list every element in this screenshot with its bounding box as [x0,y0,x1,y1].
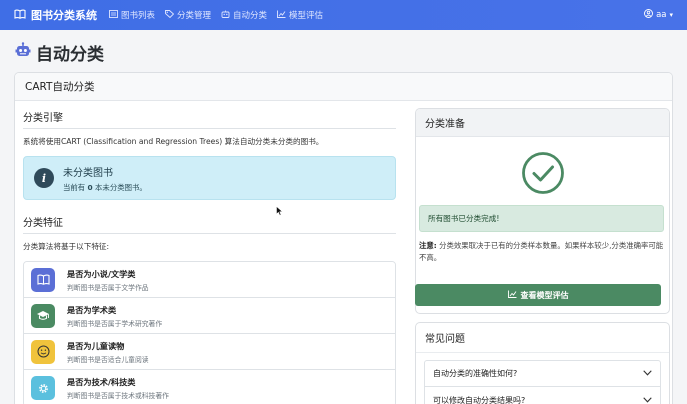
nav-label: 模型评估 [289,11,324,21]
faq-item[interactable]: 可以修改自动分类结果吗? [424,387,661,404]
chart-icon [277,10,289,21]
view-model-eval-button[interactable]: 查看模型评估 [415,284,661,306]
smile-icon [31,339,55,364]
nav-auto-classify[interactable]: 自动分类 [221,9,267,21]
faq-question: 可以修改自动分类结果吗? [433,395,526,404]
chevron-down-icon [643,396,652,404]
brand-label: 图书分类系统 [31,9,97,22]
faq-question: 自动分类的准确性如何? [433,369,518,378]
features-title: 分类特征 [23,214,396,234]
check-circle-icon [416,151,669,195]
note-body: 分类效果取决于已有的分类样本数量。如果样本较少,分类准确率可能不高。 [419,241,664,262]
chart-icon [507,290,521,300]
list-icon [109,9,121,21]
engine-title: 分类引擎 [23,109,396,129]
list-item: 是否为小说/文学类 判断图书是否属于文学作品 [24,262,395,298]
robot-icon [221,10,233,21]
feature-title: 是否为学术类 [67,304,117,315]
feature-list: 是否为小说/文学类 判断图书是否属于文学作品 是否为学术类 判断图书是否属于学术… [23,261,396,404]
user-circle-icon [644,9,656,21]
robot-icon [15,42,36,63]
left-column: 分类引擎 系统将使用CART (Classification and Regre… [23,109,396,404]
feature-title: 是否为儿童读物 [67,340,125,351]
faq-title: 常见问题 [416,323,669,353]
nav-label: 分类管理 [177,11,212,21]
page-title-text: 自动分类 [36,45,104,65]
alert-title: 未分类图书 [63,167,113,179]
tags-icon [165,9,177,21]
caret-down-icon: ▾ [669,11,673,19]
note-text: 注意: 分类效果取决于已有的分类样本数量。如果样本较少,分类准确率可能不高。 [419,240,666,264]
card-header: CART自动分类 [15,73,672,101]
note-label: 注意: [419,241,437,250]
button-label: 查看模型评估 [520,290,569,300]
success-alert: 所有图书已分类完成! [419,205,664,232]
nav-label: 图书列表 [121,11,156,21]
nav-category-manage[interactable]: 分类管理 [165,9,211,21]
mouse-cursor-icon [276,205,283,219]
nav-label: 自动分类 [233,11,268,21]
features-intro: 分类算法将基于以下特征: [23,242,110,251]
engine-description: 系统将使用CART (Classification and Regression… [23,137,324,146]
brand[interactable]: 图书分类系统 [14,7,97,23]
info-icon: i [34,168,54,188]
feature-title: 是否为小说/文学类 [67,268,136,279]
graduation-cap-icon [31,303,55,328]
feature-title: 是否为技术/科技类 [67,377,136,387]
feature-sub: 判断图书是否适合儿童阅读 [67,355,149,364]
feature-sub: 判断图书是否属于技术或科技著作 [67,392,169,400]
book-icon [31,267,55,292]
book-open-icon [14,9,31,22]
unclassified-alert: i 未分类图书 当前有 0 本未分类图书。 [23,156,396,200]
alert-suffix: 本未分类图书。 [92,182,147,192]
nav-model-eval[interactable]: 模型评估 [277,9,323,21]
nav-book-list[interactable]: 图书列表 [109,9,155,21]
alert-prefix: 当前有 [63,182,88,192]
feature-sub: 判断图书是否属于文学作品 [67,283,149,292]
top-navbar: 图书分类系统 图书列表 分类管理 自动分类 模型评估 aa ▾ [0,0,687,30]
cog-icon [31,376,55,400]
auto-classify-card: CART自动分类 分类引擎 系统将使用CART (Classification … [14,72,673,404]
user-name: aa [656,10,667,20]
list-item: 是否为儿童读物 判断图书是否适合儿童阅读 [24,334,395,370]
feature-sub: 判断图书是否属于学术研究著作 [67,319,163,328]
chevron-down-icon [643,369,652,378]
list-item: 是否为技术/科技类 判断图书是否属于技术或科技著作 [24,370,395,404]
faq-card: 常见问题 自动分类的准确性如何? 可以修改自动分类结果吗? [415,322,670,404]
alert-text: 当前有 0 本未分类图书。 [63,182,147,193]
prep-title: 分类准备 [416,109,669,137]
page-title: 自动分类 [15,40,104,65]
list-item: 是否为学术类 判断图书是否属于学术研究著作 [24,298,395,334]
user-menu[interactable]: aa ▾ [644,9,673,21]
faq-item[interactable]: 自动分类的准确性如何? [424,360,661,387]
